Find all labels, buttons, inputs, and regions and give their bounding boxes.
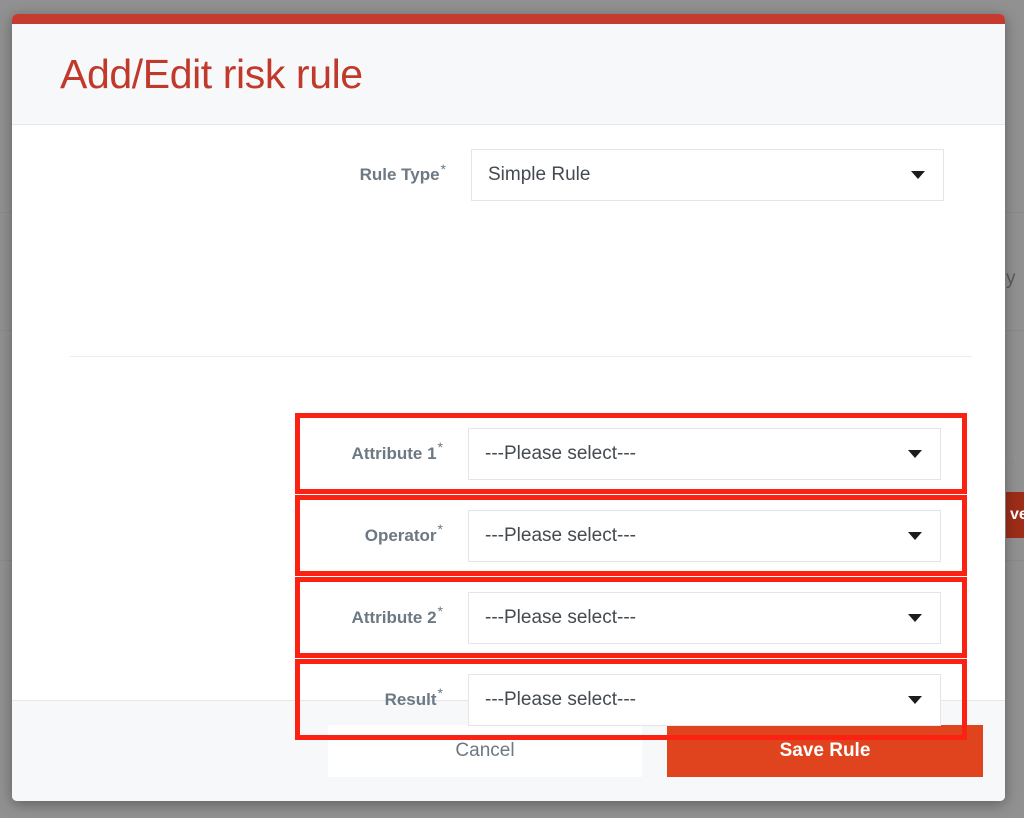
rule-type-label: Rule Type: [359, 165, 440, 184]
attribute-1-label: Attribute 1: [351, 443, 437, 463]
chevron-down-icon: [908, 695, 922, 704]
attribute-2-label-cell: Attribute 2*: [300, 604, 468, 628]
required-asterisk: *: [440, 160, 446, 177]
highlighted-fields-group: Attribute 1* ---Please select--- Operato…: [295, 413, 967, 741]
highlight-box-result: Result* ---Please select---: [295, 659, 967, 740]
rule-type-select[interactable]: Simple Rule: [471, 149, 944, 201]
attribute-2-select-value: ---Please select---: [485, 606, 636, 628]
attribute-2-select[interactable]: ---Please select---: [468, 591, 941, 644]
rule-type-select-value: Simple Rule: [488, 164, 591, 185]
chevron-down-icon: [908, 613, 922, 622]
operator-label: Operator: [364, 525, 437, 545]
dialog-header: Add/Edit risk rule: [12, 24, 1005, 125]
dialog-title: Add/Edit risk rule: [60, 50, 363, 97]
add-edit-risk-rule-dialog: Add/Edit risk rule Rule Type* Simple Rul…: [12, 14, 1005, 801]
result-label: Result: [384, 689, 437, 709]
attribute-2-label: Attribute 2: [351, 607, 437, 627]
operator-label-cell: Operator*: [300, 522, 468, 546]
attribute-1-select-value: ---Please select---: [485, 442, 636, 464]
chevron-down-icon: [908, 449, 922, 458]
rule-type-label-cell: Rule Type*: [36, 162, 471, 185]
required-asterisk: *: [437, 685, 443, 702]
highlight-box-operator: Operator* ---Please select---: [295, 495, 967, 576]
result-label-cell: Result*: [300, 686, 468, 710]
background-ellipsis-fragment: ···: [1004, 452, 1018, 464]
required-asterisk: *: [437, 521, 443, 538]
background-save-button-fragment[interactable]: ve: [1006, 492, 1024, 538]
chevron-down-icon: [911, 171, 925, 179]
background-text-fragment: y: [1006, 268, 1016, 289]
result-select[interactable]: ---Please select---: [468, 673, 941, 726]
highlight-box-attribute-1: Attribute 1* ---Please select---: [295, 413, 967, 494]
result-select-value: ---Please select---: [485, 688, 636, 710]
form-section-divider: [70, 356, 972, 357]
form-row-rule-type: Rule Type* Simple Rule: [36, 149, 944, 201]
attribute-1-label-cell: Attribute 1*: [300, 440, 468, 464]
attribute-1-select[interactable]: ---Please select---: [468, 427, 941, 480]
required-asterisk: *: [437, 603, 443, 620]
required-asterisk: *: [437, 439, 443, 456]
chevron-down-icon: [908, 531, 922, 540]
dialog-accent-bar: [12, 14, 1005, 24]
highlight-box-attribute-2: Attribute 2* ---Please select---: [295, 577, 967, 658]
operator-select[interactable]: ---Please select---: [468, 509, 941, 562]
operator-select-value: ---Please select---: [485, 524, 636, 546]
dialog-body: Rule Type* Simple Rule Attribute 1* ---P…: [12, 125, 1005, 740]
